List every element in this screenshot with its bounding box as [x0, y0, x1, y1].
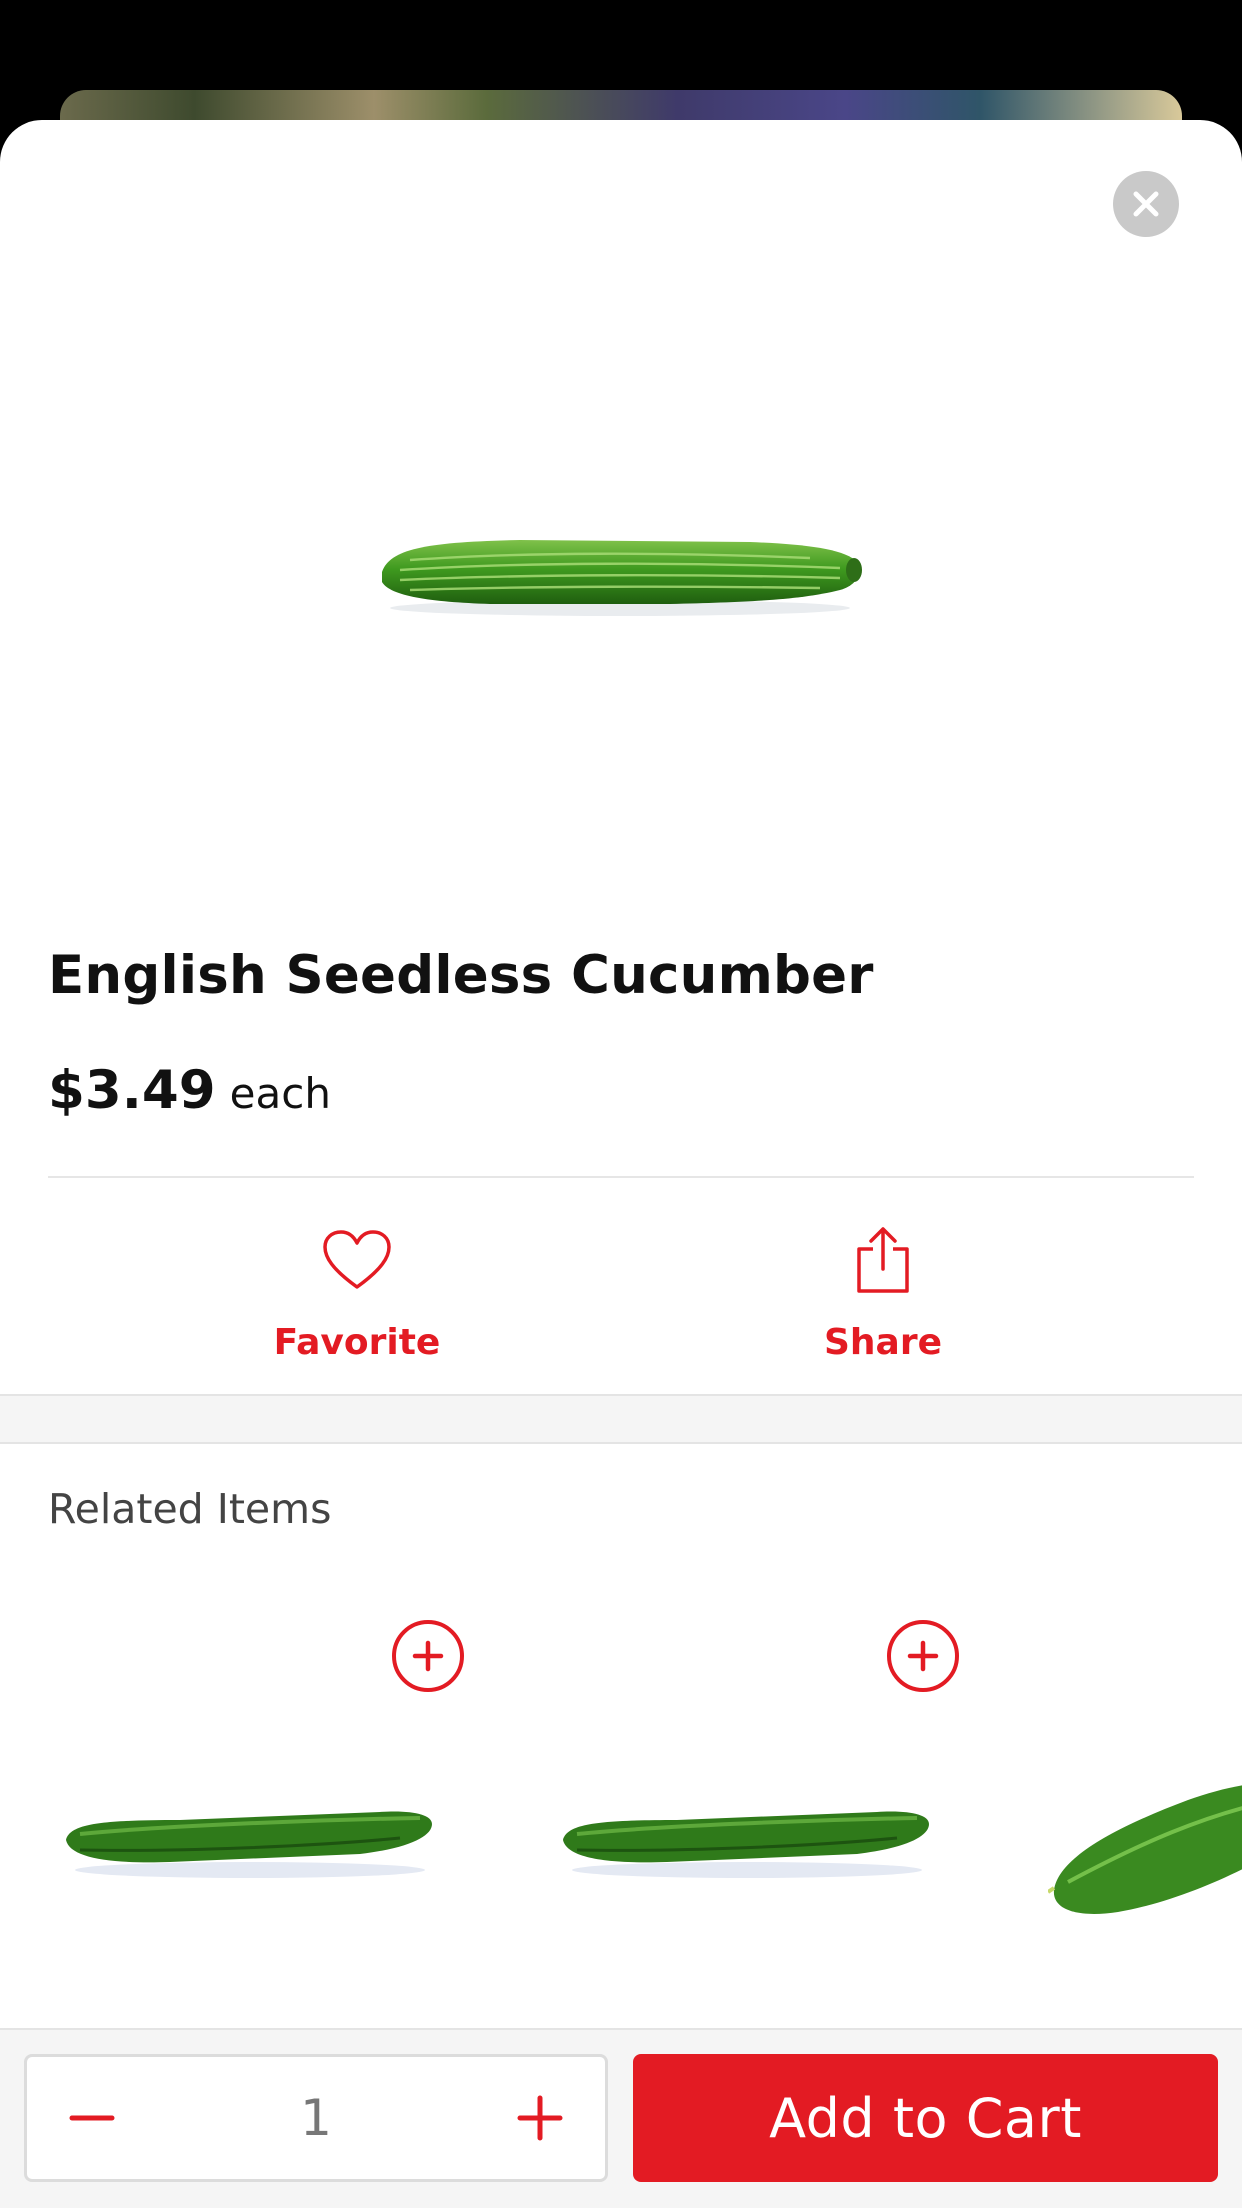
- favorite-label: Favorite: [273, 1322, 441, 1363]
- cucumber-image: [563, 1811, 929, 1878]
- add-related-item-button[interactable]: [887, 1620, 959, 1692]
- related-item[interactable]: [1030, 1620, 1242, 2040]
- share-icon: [857, 1227, 909, 1293]
- decrease-quantity-button[interactable]: [27, 2057, 157, 2179]
- related-items-heading: Related Items: [48, 1485, 332, 1533]
- plus-icon: [907, 1640, 939, 1672]
- cucumber-image: [66, 1811, 432, 1878]
- product-detail-sheet: English Seedless Cucumber $3.49 each Fav…: [0, 120, 1242, 2208]
- quantity-value[interactable]: 1: [177, 2057, 455, 2179]
- section-separator: [0, 1394, 1242, 1444]
- related-item[interactable]: [495, 1620, 959, 2040]
- minus-icon: [69, 2115, 115, 2121]
- quantity-stepper: 1: [24, 2054, 608, 2182]
- price-row: $3.49 each: [48, 1060, 331, 1121]
- plus-icon: [517, 2095, 563, 2141]
- bottom-bar: 1 Add to Cart: [0, 2028, 1242, 2208]
- product-image-area: [0, 120, 1242, 940]
- share-button[interactable]: Share: [703, 1220, 1063, 1380]
- favorite-button[interactable]: Favorite: [177, 1220, 537, 1380]
- plus-icon: [412, 1640, 444, 1672]
- add-related-item-button[interactable]: [392, 1620, 464, 1692]
- product-price: $3.49: [48, 1060, 216, 1121]
- related-item[interactable]: [0, 1620, 464, 2040]
- share-label: Share: [823, 1322, 943, 1363]
- price-unit: each: [229, 1069, 331, 1118]
- add-to-cart-button[interactable]: Add to Cart: [633, 2054, 1218, 2182]
- page: English Seedless Cucumber $3.49 each Fav…: [0, 0, 1242, 2208]
- cucumber-image: [382, 540, 862, 616]
- heart-icon: [323, 1230, 391, 1289]
- cucumber-image: [1048, 1785, 1242, 1914]
- divider: [48, 1176, 1194, 1178]
- increase-quantity-button[interactable]: [475, 2057, 605, 2179]
- product-title: English Seedless Cucumber: [48, 945, 874, 1006]
